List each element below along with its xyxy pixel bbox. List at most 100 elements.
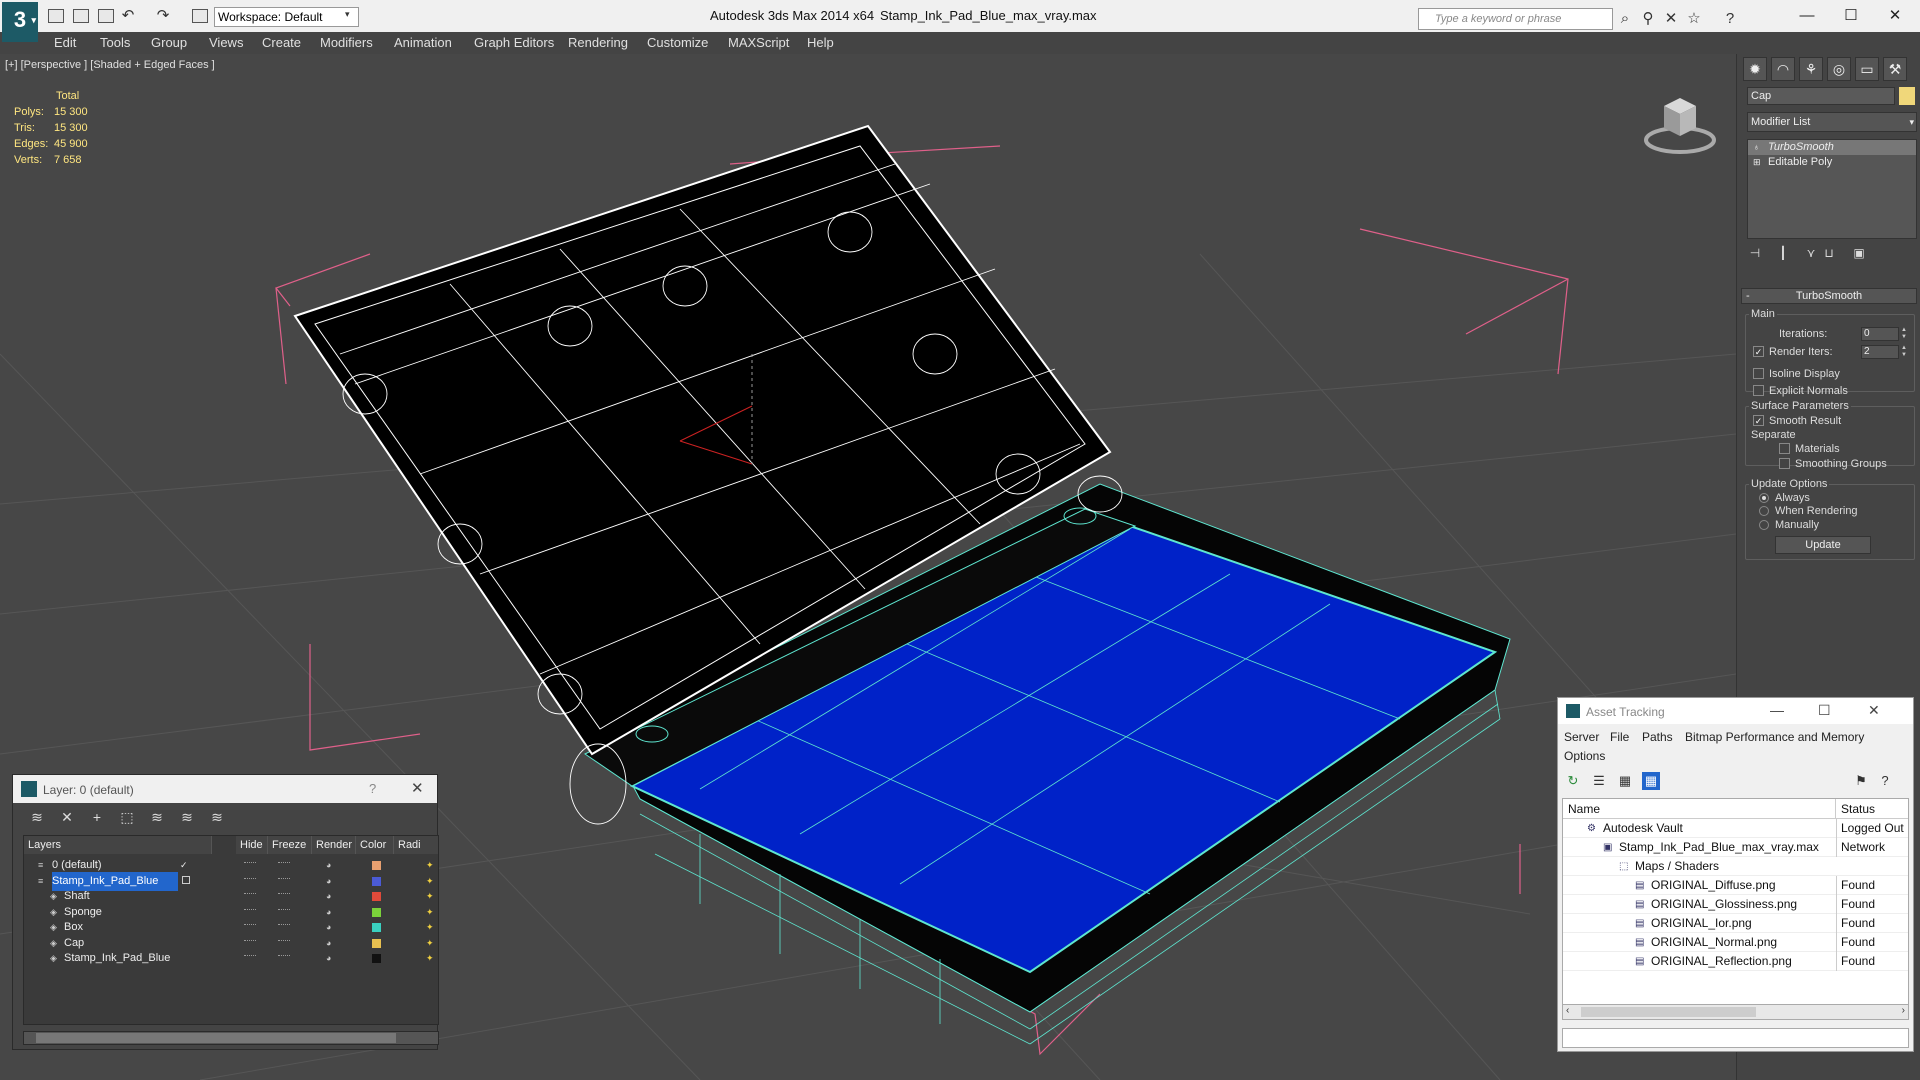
viewport-label[interactable]: [+] [Perspective ] [Shaded + Edged Faces… bbox=[5, 59, 215, 71]
open-file-icon[interactable] bbox=[73, 9, 89, 23]
hide-toggle[interactable] bbox=[244, 893, 256, 899]
radiosity-icon[interactable]: ✦ bbox=[426, 860, 436, 870]
render-teapot-icon[interactable]: ◕ bbox=[326, 922, 336, 932]
expand-plus-icon[interactable]: ⊞ bbox=[1753, 157, 1763, 167]
asset-row[interactable]: ▣ Stamp_Ink_Pad_Blue_max_vray.max Network bbox=[1563, 838, 1908, 857]
remove-modifier-icon[interactable]: ⊔ bbox=[1819, 246, 1839, 262]
save-file-icon[interactable] bbox=[98, 9, 114, 23]
asset-name[interactable]: ORIGINAL_Normal.png bbox=[1651, 933, 1777, 952]
render-iters-checkbox[interactable]: ✓ bbox=[1753, 346, 1764, 357]
subscription-icon[interactable]: ⚲ bbox=[1640, 11, 1656, 27]
modifier-stack[interactable]: ♁ TurboSmooth ⊞ Editable Poly bbox=[1747, 139, 1917, 239]
render-teapot-icon[interactable]: ◕ bbox=[326, 876, 336, 886]
hide-all-layers-icon[interactable]: ≋ bbox=[177, 809, 197, 827]
menu-maxscript[interactable]: MAXScript bbox=[728, 35, 789, 50]
hide-toggle[interactable] bbox=[244, 877, 256, 884]
list-view-icon[interactable]: ☰ bbox=[1590, 772, 1608, 790]
select-objects-icon[interactable]: ⬚ bbox=[117, 809, 137, 827]
layer-name[interactable]: Stamp_Ink_Pad_Blue bbox=[64, 949, 170, 968]
freeze-all-layers-icon[interactable]: ≋ bbox=[207, 809, 227, 827]
asset-close-button[interactable]: ✕ bbox=[1868, 702, 1880, 719]
horizontal-scrollbar[interactable] bbox=[23, 1031, 439, 1045]
iterations-spinner-arrows[interactable]: ▲ ▼ bbox=[1901, 327, 1909, 341]
asset-name[interactable]: Stamp_Ink_Pad_Blue_max_vray.max bbox=[1619, 838, 1819, 857]
menu-edit[interactable]: Edit bbox=[54, 35, 76, 50]
stack-item-editable-poly[interactable]: ⊞ Editable Poly bbox=[1748, 155, 1916, 170]
make-unique-icon[interactable]: ⋎ bbox=[1801, 246, 1821, 262]
menu-rendering[interactable]: Rendering bbox=[568, 35, 628, 50]
refresh-icon[interactable]: ↻ bbox=[1564, 772, 1582, 790]
menu-tools[interactable]: Tools bbox=[100, 35, 130, 50]
show-end-result-icon[interactable]: ┃ bbox=[1773, 246, 1793, 262]
chevron-down-icon[interactable]: ▾ bbox=[345, 9, 357, 25]
pin-stack-icon[interactable]: ⊣ bbox=[1745, 246, 1765, 262]
col-color[interactable]: Color bbox=[356, 836, 394, 854]
utilities-tab-icon[interactable]: ⚒ bbox=[1883, 57, 1907, 81]
asset-table[interactable]: Name Status ⚙ Autodesk Vault Logged Out ▣ St… bbox=[1562, 798, 1909, 1008]
hide-toggle[interactable] bbox=[244, 862, 256, 868]
scroll-right-icon[interactable]: › bbox=[1902, 1005, 1905, 1016]
radiosity-icon[interactable]: ✦ bbox=[426, 876, 436, 886]
freeze-toggle[interactable] bbox=[278, 877, 290, 884]
table-view-icon[interactable]: ▦ bbox=[1616, 772, 1634, 790]
hide-toggle[interactable] bbox=[244, 939, 256, 946]
search-input[interactable]: Type a keyword or phrase bbox=[1418, 8, 1613, 30]
col-render[interactable]: Render bbox=[312, 836, 356, 854]
render-teapot-icon[interactable]: ◕ bbox=[326, 953, 336, 963]
layer-color-swatch[interactable] bbox=[372, 876, 381, 886]
object-name-field[interactable]: Cap bbox=[1747, 87, 1895, 105]
set-current-icon[interactable] bbox=[182, 875, 190, 884]
layer-table[interactable]: Layers Hide Freeze Render Color Radi ≡ 0 … bbox=[23, 835, 439, 1025]
radiosity-icon[interactable]: ✦ bbox=[426, 953, 436, 963]
asset-menu-bitmap-performance[interactable]: Bitmap Performance and Memory bbox=[1685, 730, 1864, 744]
col-name[interactable]: Name bbox=[1563, 799, 1836, 819]
iterations-spinner[interactable]: 0 bbox=[1861, 327, 1899, 341]
layer-dialog-close-button[interactable]: ✕ bbox=[411, 779, 424, 797]
radiosity-icon[interactable]: ✦ bbox=[426, 922, 436, 932]
layer-color-swatch[interactable] bbox=[372, 861, 381, 870]
render-teapot-icon[interactable]: ◕ bbox=[326, 907, 336, 917]
help-button[interactable]: ? bbox=[369, 781, 376, 796]
menu-help[interactable]: Help bbox=[807, 35, 834, 50]
col-hide[interactable]: Hide bbox=[236, 836, 268, 854]
freeze-toggle[interactable] bbox=[278, 893, 290, 899]
new-layer-icon[interactable]: ≋ bbox=[27, 809, 47, 827]
favorites-star-icon[interactable]: ☆ bbox=[1686, 11, 1702, 27]
layer-row[interactable]: ◈ Stamp_Ink_Pad_Blue ◕ ✦ bbox=[24, 949, 438, 968]
asset-menu-options[interactable]: Options bbox=[1564, 749, 1605, 763]
modifier-list-dropdown[interactable]: Modifier List ▾ bbox=[1747, 112, 1917, 132]
render-iters-spinner-arrows[interactable]: ▲ ▼ bbox=[1901, 345, 1909, 359]
new-file-icon[interactable] bbox=[48, 9, 64, 23]
menu-animation[interactable]: Animation bbox=[394, 35, 452, 50]
redo-icon[interactable]: ↷ bbox=[155, 8, 171, 24]
render-teapot-icon[interactable]: ◕ bbox=[326, 938, 336, 948]
freeze-toggle[interactable] bbox=[278, 955, 290, 961]
rollout-header[interactable]: - TurboSmooth bbox=[1741, 288, 1917, 304]
configure-sets-icon[interactable]: ▣ bbox=[1849, 246, 1869, 262]
asset-menu-server[interactable]: Server bbox=[1564, 730, 1599, 744]
asset-name[interactable]: ORIGINAL_Diffuse.png bbox=[1651, 876, 1776, 895]
menu-customize[interactable]: Customize bbox=[647, 35, 708, 50]
materials-checkbox[interactable] bbox=[1779, 443, 1790, 454]
render-iters-spinner[interactable]: 2 bbox=[1861, 345, 1899, 359]
layer-color-swatch[interactable] bbox=[372, 907, 381, 917]
when-rendering-radio[interactable] bbox=[1759, 506, 1769, 516]
stack-item-turbosmooth[interactable]: ♁ TurboSmooth bbox=[1748, 140, 1916, 155]
vault-login-icon[interactable]: ⚑ bbox=[1852, 772, 1870, 790]
app-menu-button[interactable]: 3 ▾ bbox=[2, 2, 38, 42]
isoline-display-checkbox[interactable] bbox=[1753, 368, 1764, 379]
current-layer-check-icon[interactable]: ✓ bbox=[180, 860, 190, 870]
explicit-normals-checkbox[interactable] bbox=[1753, 385, 1764, 396]
render-teapot-icon[interactable]: ◕ bbox=[326, 891, 336, 901]
asset-row[interactable]: ⚙ Autodesk Vault Logged Out bbox=[1563, 819, 1908, 838]
freeze-toggle[interactable] bbox=[278, 908, 290, 915]
asset-row[interactable]: ▤ ORIGINAL_Normal.png Found bbox=[1563, 933, 1908, 952]
asset-scrollbar-thumb[interactable] bbox=[1581, 1007, 1756, 1017]
hide-toggle[interactable] bbox=[244, 955, 256, 961]
object-color-swatch[interactable] bbox=[1899, 87, 1915, 105]
asset-help-icon[interactable]: ? bbox=[1876, 772, 1894, 790]
workspace-dropdown[interactable]: Workspace: Default bbox=[214, 7, 359, 27]
asset-dialog-titlebar[interactable]: Asset Tracking — ☐ ✕ bbox=[1558, 698, 1913, 724]
radiosity-icon[interactable]: ✦ bbox=[426, 938, 436, 948]
asset-menu-paths[interactable]: Paths bbox=[1642, 730, 1673, 744]
